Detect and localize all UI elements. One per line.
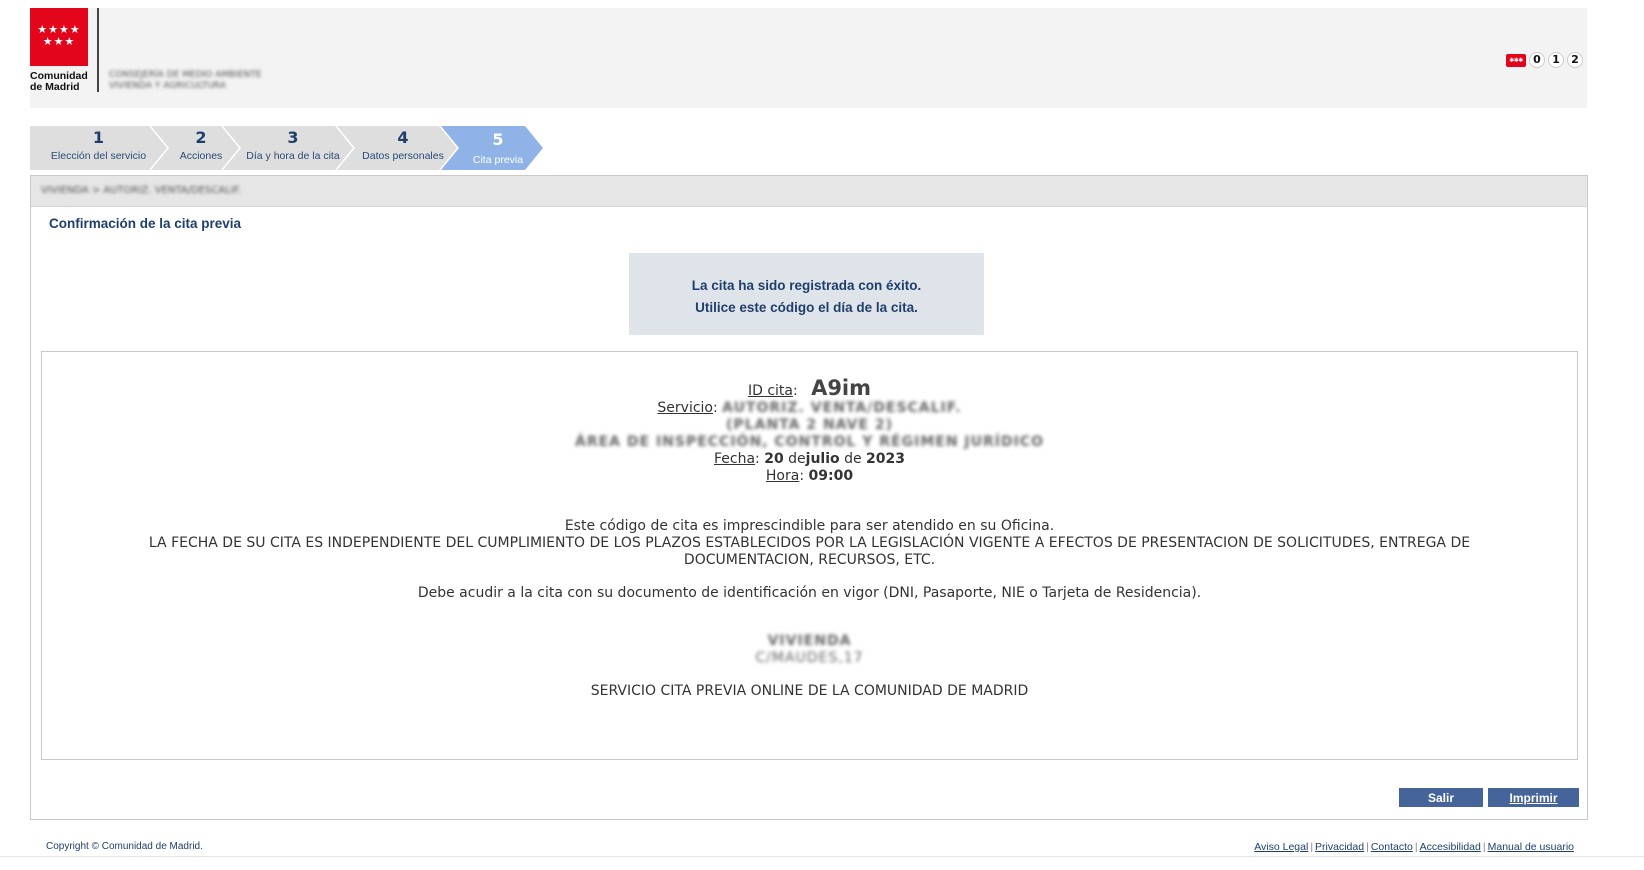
fecha-label: Fecha	[713, 451, 756, 467]
accesibilidad-link[interactable]: Accesibilidad	[1420, 841, 1481, 853]
step-datos-personales[interactable]: 4 Datos personales	[337, 126, 457, 170]
fecha-month: julio	[805, 451, 840, 467]
service-footer-text: SERVICIO CITA PREVIA ONLINE DE LA COMUNI…	[590, 683, 1029, 699]
copyright: Copyright © Comunidad de Madrid.	[46, 841, 203, 852]
servicio-area: ÁREA DE INSPECCIÓN, CONTROL Y RÉGIMEN JU…	[575, 434, 1044, 450]
salir-button[interactable]: Salir	[1399, 788, 1483, 807]
office-block: VIVIENDA C/MAUDES,17	[42, 633, 1577, 667]
hora-row: Hora: 09:00	[765, 468, 854, 484]
step-number: 4	[397, 128, 409, 147]
aviso-legal-link[interactable]: Aviso Legal	[1254, 841, 1308, 853]
madrid-phone-icon: ✱✱✱	[1506, 53, 1526, 67]
fecha-row: Fecha: 20 dejulio de 2023	[713, 451, 906, 467]
wizard-steps: 1 Elección del servicio 2 Acciones 3 Día…	[30, 126, 570, 170]
step-label: Elección del servicio	[50, 150, 147, 162]
tel-digit: 0	[1529, 52, 1545, 68]
notice-block: Este código de cita es imprescindible pa…	[42, 518, 1577, 602]
consejeria-line1: CONSEJERÍA DE MEDIO AMBIENTE	[109, 70, 262, 80]
consejeria-line2: VIVIENDA Y AGRICULTURA	[109, 81, 226, 91]
step-label: Día y hora de la cita	[246, 150, 340, 162]
tel-012-badge[interactable]: ✱✱✱ 0 1 2	[1506, 52, 1583, 68]
breadcrumb-bar: VIVIENDA > AUTORIZ. VENTA/DESCALIF.	[31, 176, 1587, 207]
servicio-row: Servicio: AUTORIZ. VENTA/DESCALIF.	[657, 400, 962, 416]
office-address: C/MAUDES,17	[755, 650, 864, 666]
privacidad-link[interactable]: Privacidad	[1315, 841, 1364, 853]
consejeria-name: CONSEJERÍA DE MEDIO AMBIENTE VIVIENDA Y …	[109, 70, 319, 92]
id-cita-label: ID cita	[747, 383, 793, 399]
step-label: Datos personales	[362, 150, 444, 162]
appointment-details: ID cita: A9im Servicio: AUTORIZ. VENTA/D…	[41, 351, 1578, 760]
notice-legislacion: LA FECHA DE SU CITA ES INDEPENDIENTE DEL…	[148, 535, 1471, 568]
success-message: La cita ha sido registrada con éxito. Ut…	[629, 253, 984, 335]
step-number: 1	[92, 128, 105, 147]
servicio-label: Servicio	[657, 400, 713, 416]
confirmation-panel: VIVIENDA > AUTORIZ. VENTA/DESCALIF. Conf…	[30, 175, 1588, 820]
step-label: Cita previa	[472, 154, 524, 166]
notice-documento: Debe acudir a la cita con su documento d…	[417, 585, 1202, 601]
step-number: 3	[287, 128, 299, 147]
page-title: Confirmación de la cita previa	[49, 216, 242, 231]
tel-digit: 1	[1548, 52, 1564, 68]
step-number: 5	[492, 130, 504, 149]
office-name: VIVIENDA	[767, 633, 852, 649]
logo-divider	[97, 8, 99, 92]
fecha-de: de	[844, 451, 862, 467]
tel-digit: 2	[1567, 52, 1583, 68]
imprimir-button[interactable]: Imprimir	[1488, 788, 1579, 807]
step-number: 2	[195, 128, 207, 147]
comunidad-madrid-flag-logo[interactable]: ★★★★ ★★★	[30, 8, 88, 66]
servicio-value: AUTORIZ. VENTA/DESCALIF.	[722, 400, 962, 416]
fecha-de: de	[788, 451, 806, 467]
step-label: Acciones	[179, 150, 223, 162]
id-cita-row: ID cita: A9im	[747, 376, 872, 400]
fecha-day: 20	[764, 451, 784, 467]
servicio-location: (PLANTA 2 NAVE 2)	[726, 417, 893, 433]
notice-imprescindible: Este código de cita es imprescindible pa…	[564, 518, 1055, 534]
logo-text: Comunidad de Madrid	[30, 71, 92, 93]
breadcrumb: VIVIENDA > AUTORIZ. VENTA/DESCALIF.	[41, 185, 241, 196]
id-cita-value: A9im	[811, 376, 872, 400]
footer-links: Aviso Legal | Privacidad | Contacto | Accesibi…	[1254, 841, 1574, 853]
stars-icon: ★★★★ ★★★	[37, 23, 81, 48]
logo-text-line2: de Madrid	[30, 81, 80, 93]
fecha-year: 2023	[866, 451, 906, 467]
success-line2: Utilice este código el día de la cita.	[695, 300, 918, 315]
step-dia-hora[interactable]: 3 Día y hora de la cita	[223, 126, 353, 170]
contacto-link[interactable]: Contacto	[1371, 841, 1413, 853]
site-header: ★★★★ ★★★ Comunidad de Madrid CONSEJERÍA D…	[30, 8, 1587, 108]
step-eleccion-servicio[interactable]: 1 Elección del servicio	[30, 126, 167, 170]
success-line1: La cita ha sido registrada con éxito.	[691, 278, 922, 293]
footer-divider	[0, 856, 1644, 857]
hora-value: 09:00	[808, 468, 854, 484]
hora-label: Hora	[765, 468, 800, 484]
manual-usuario-link[interactable]: Manual de usuario	[1488, 841, 1574, 853]
